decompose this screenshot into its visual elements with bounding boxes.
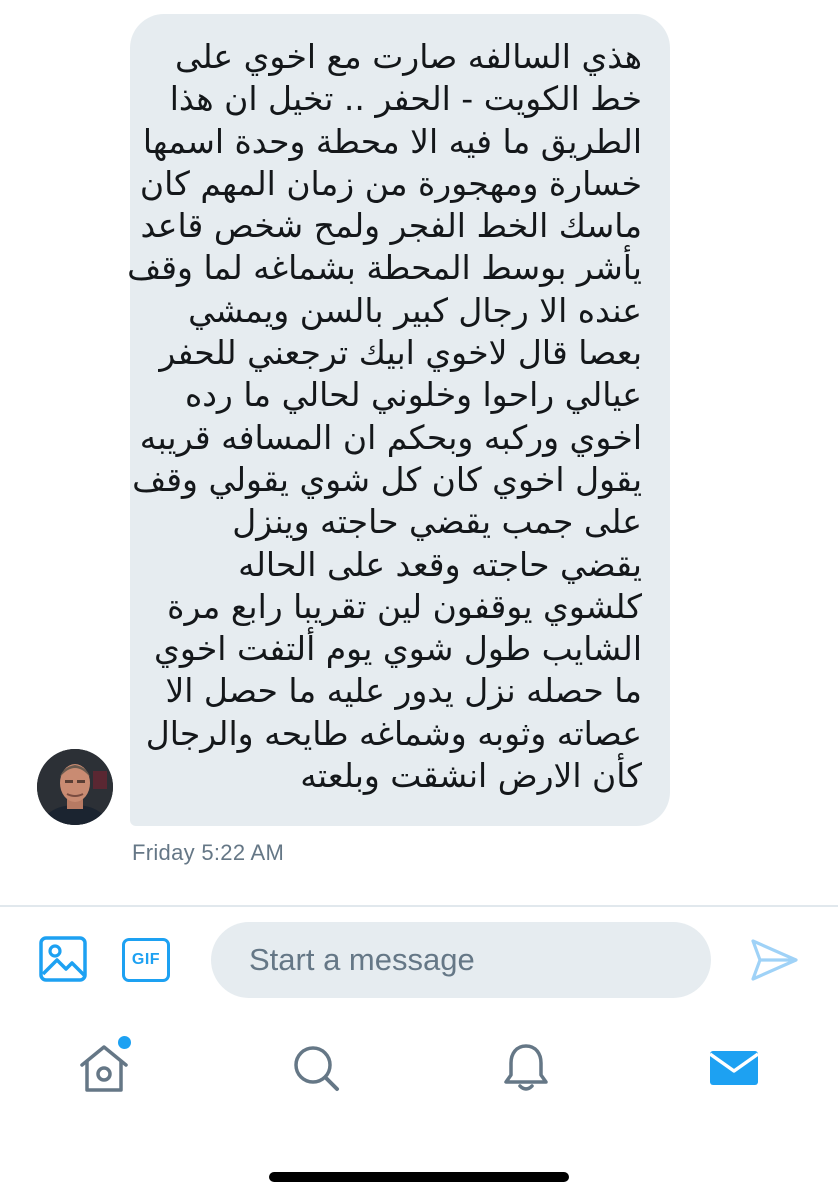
message-input-container[interactable] bbox=[211, 922, 711, 998]
bell-icon bbox=[504, 1044, 548, 1091]
message-line: خط الكويت - الحفر .. تخيل ان هذا bbox=[169, 79, 642, 119]
mail-icon bbox=[708, 1051, 760, 1085]
message-line: كأن الارض انشقت وبلعته bbox=[300, 756, 642, 796]
message-line: يقضي حاجته وقعد على الحاله bbox=[238, 544, 642, 584]
image-icon bbox=[39, 936, 87, 982]
add-gif-button[interactable]: GIF bbox=[120, 935, 172, 985]
message-line: الطريق ما فيه الا محطة وحدة اسمها bbox=[142, 121, 642, 161]
message-line: عيالي راحوا وخلوني لحالي ما رده bbox=[184, 375, 642, 415]
home-indicator[interactable] bbox=[269, 1172, 569, 1182]
message-line: اخوي وركبه وبحكم ان المسافه قريبه bbox=[139, 417, 642, 457]
message-line: ما حصله نزل يدور عليه ما حصل الا bbox=[165, 671, 642, 711]
message-line: بعصا قال لاخوي ابيك ترجعني للحفر bbox=[159, 333, 642, 373]
gif-icon: GIF bbox=[122, 938, 170, 982]
message-line: يقول اخوي كان كل شوي يقولي وقف bbox=[132, 459, 642, 499]
message-text: هذي السالفه صارت مع اخوي على خط الكويت - … bbox=[127, 36, 642, 797]
message-line: عصاته وثوبه وشماغه طايحه والرجال bbox=[145, 713, 642, 753]
home-notification-dot bbox=[116, 1034, 133, 1051]
send-icon bbox=[751, 939, 798, 981]
add-image-button[interactable] bbox=[38, 934, 90, 986]
avatar[interactable] bbox=[37, 749, 113, 825]
message-timestamp: Friday 5:22 AM bbox=[132, 840, 285, 865]
tab-notifications[interactable] bbox=[496, 1038, 556, 1098]
search-icon bbox=[294, 1046, 339, 1091]
message-line: هذي السالفه صارت مع اخوي على bbox=[174, 37, 642, 76]
message-bubble[interactable]: هذي السالفه صارت مع اخوي على خط الكويت - … bbox=[127, 14, 670, 826]
message-input[interactable] bbox=[249, 922, 689, 998]
avatar-photo bbox=[37, 749, 113, 825]
tab-messages[interactable] bbox=[704, 1038, 764, 1098]
composer-divider bbox=[0, 905, 838, 907]
message-line: ماسك الخط الفجر ولمح شخص قاعد bbox=[140, 206, 642, 246]
message-line: يأشر بوسط المحطة بشماغه لما وقف bbox=[127, 248, 642, 288]
message-line: خسارة ومهجورة من زمان المهم كان bbox=[139, 163, 642, 203]
message-line: كلشوي يوقفون لين تقريبا رابع مرة bbox=[167, 586, 642, 626]
tab-search[interactable] bbox=[286, 1038, 346, 1098]
message-line: عنده الا رجال كبير بالسن ويمشي bbox=[188, 290, 642, 330]
message-line: على جمب يقضي حاجته وينزل bbox=[232, 502, 642, 542]
message-line: الشايب طول شوي يوم ألتفت اخوي bbox=[154, 629, 642, 669]
send-button[interactable] bbox=[747, 933, 801, 987]
